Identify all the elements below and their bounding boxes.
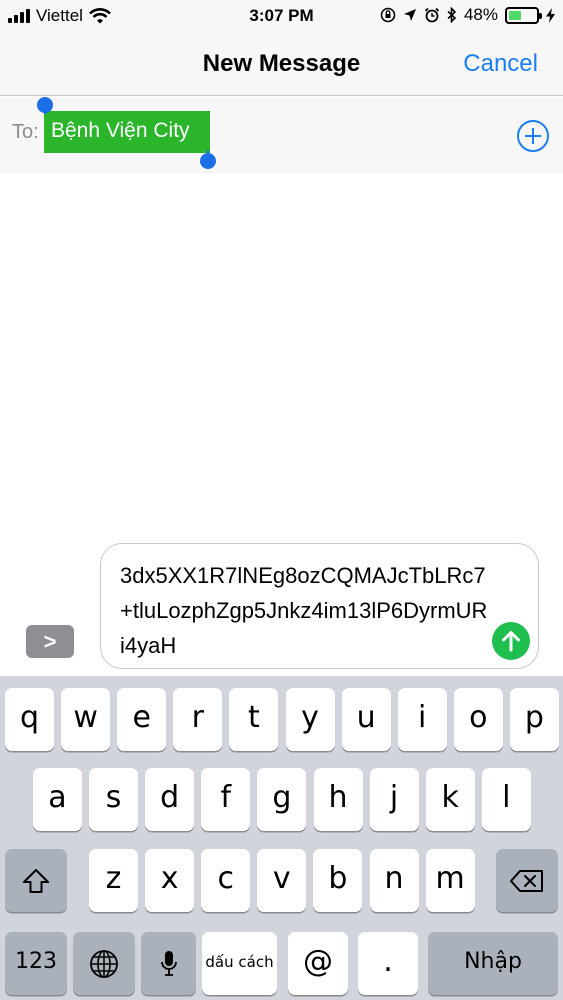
location-icon (403, 9, 416, 21)
key-r[interactable]: r (173, 688, 223, 751)
key-z[interactable]: z (89, 849, 138, 912)
message-input[interactable]: 3dx5XX1R7lNEg8ozCQMAJcTbLRc7+tluLozphZgp… (100, 543, 539, 669)
microphone-icon (160, 950, 177, 976)
key-u[interactable]: u (341, 688, 391, 751)
key-a[interactable]: a (33, 768, 82, 831)
key-c[interactable]: c (201, 849, 251, 912)
backspace-icon (510, 869, 543, 892)
recipient-input[interactable]: Bệnh Viện City (44, 111, 210, 153)
shift-key[interactable] (5, 849, 67, 912)
key-p[interactable]: p (509, 688, 559, 751)
key-m[interactable]: m (425, 849, 475, 912)
arrow-up-icon (502, 631, 520, 652)
navigation-bar: New Message Cancel (0, 34, 563, 96)
status-icons: 48% (380, 5, 555, 25)
key-h[interactable]: h (313, 768, 363, 831)
shift-icon (23, 868, 49, 893)
charging-icon (546, 7, 555, 23)
key-e[interactable]: e (117, 688, 167, 751)
key-n[interactable]: n (369, 849, 419, 912)
key-f[interactable]: f (201, 768, 251, 831)
key-w[interactable]: w (61, 688, 111, 751)
key-g[interactable]: g (257, 768, 307, 831)
orientation-lock-icon (380, 7, 396, 23)
at-key[interactable]: @ (288, 932, 348, 995)
key-i[interactable]: i (397, 688, 447, 751)
key-j[interactable]: j (369, 768, 419, 831)
selection-start-handle[interactable] (37, 97, 53, 113)
battery-percent: 48% (463, 5, 498, 24)
globe-icon (90, 949, 118, 978)
status-bar: Viettel 3:07 PM 48% (0, 0, 563, 34)
globe-key[interactable] (73, 932, 135, 995)
delete-key[interactable] (496, 849, 558, 912)
bluetooth-icon (447, 7, 457, 23)
key-x[interactable]: x (145, 849, 195, 912)
cancel-button[interactable]: Cancel (463, 50, 538, 78)
key-k[interactable]: k (425, 768, 475, 831)
keyboard: qwertyuiop asdfghjkl zxcvbnm 123 dấu các… (0, 676, 563, 1000)
battery-icon (505, 6, 542, 24)
return-key[interactable]: Nhập (428, 932, 558, 995)
key-q[interactable]: q (5, 688, 54, 751)
alarm-icon (424, 7, 440, 23)
key-b[interactable]: b (313, 849, 363, 912)
key-o[interactable]: o (453, 688, 503, 751)
to-label: To: (12, 121, 39, 143)
key-t[interactable]: t (229, 688, 279, 751)
key-y[interactable]: y (285, 688, 335, 751)
period-key[interactable]: . (358, 932, 418, 995)
dictation-key[interactable] (141, 932, 196, 995)
send-button[interactable] (492, 622, 530, 660)
key-s[interactable]: s (89, 768, 139, 831)
add-contact-button[interactable] (517, 120, 549, 152)
key-d[interactable]: d (145, 768, 195, 831)
key-l[interactable]: l (481, 768, 531, 831)
selection-end-handle[interactable] (200, 153, 216, 169)
space-key[interactable]: dấu cách (202, 932, 277, 995)
key-v[interactable]: v (257, 849, 307, 912)
expand-apps-button[interactable]: > (26, 625, 74, 658)
numbers-key[interactable]: 123 (5, 932, 67, 995)
